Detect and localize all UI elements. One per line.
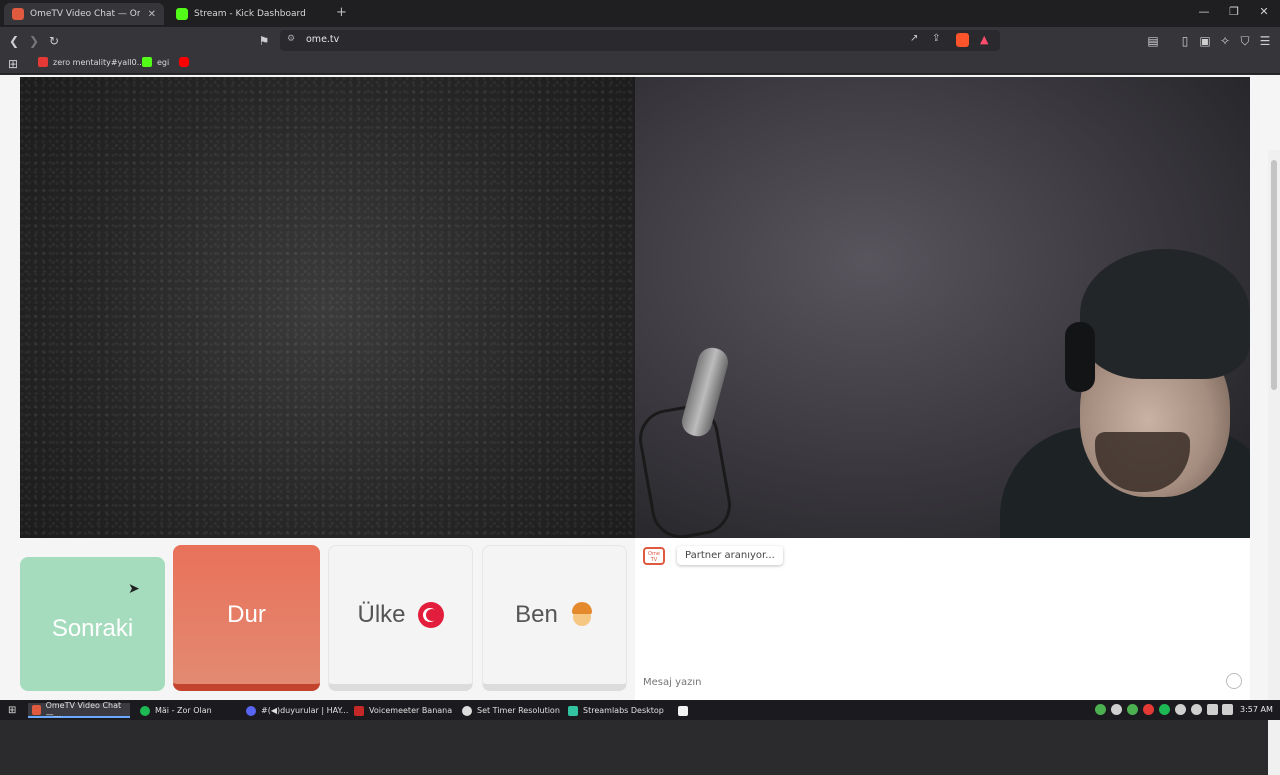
turkey-flag-icon [417,602,444,628]
bookmark-favicon-icon [38,57,48,67]
taskbar-item[interactable]: OmeTV Video Chat —... [28,700,130,719]
spotify-icon [140,705,150,716]
chat-panel: Ome TV Partner aranıyor... [635,538,1250,700]
ometv-page: Sonraki Dur Ülke Ben ➤ Ome TV Partner ar… [0,75,1280,775]
bookmark-item[interactable] [179,57,194,67]
site-info-icon[interactable]: ⚙ [287,34,295,44]
voicemeeter-icon [354,705,364,716]
taskbar-item[interactable] [674,703,697,718]
brave-shield-icon[interactable] [956,33,969,47]
taskbar-label: Mäi - Zor Olan [155,706,212,715]
mouse-cursor-icon: ➤ [128,581,140,597]
bookmark-icon[interactable]: ⚑ [256,33,272,49]
reload-icon[interactable]: ↻ [46,33,62,49]
kick-favicon-icon [176,8,188,20]
next-button[interactable]: Sonraki [20,557,165,691]
start-icon[interactable]: ⊞ [4,703,20,718]
brave-icon [32,704,41,715]
volume-icon[interactable] [1222,704,1233,715]
microphone [678,344,732,440]
youtube-favicon-icon [179,57,189,67]
new-tab-button[interactable]: + [336,5,347,20]
browser-toolbar: ❮ ❯ ↻ ⚑ ⚙ ome.tv ↗ ⇪ ▲ ▤ ▯ ▣ ✧ ⛉ ☰ [0,27,1280,54]
discord-icon [246,705,256,716]
taskbar-item[interactable]: Streamlabs Desktop [564,703,668,718]
taskbar-item[interactable]: Mäi - Zor Olan [136,703,216,718]
close-window-icon[interactable]: ✕ [1256,5,1272,18]
timer-icon [462,705,472,716]
bookmark-item[interactable]: egi [142,57,169,67]
tray-app-icon[interactable] [1111,704,1122,715]
microphone-tray-icon[interactable] [1191,704,1202,715]
tab-title: OmeTV Video Chat — Omeg [30,9,140,19]
streamlabs-icon [568,705,578,716]
restore-icon[interactable]: ❐ [1226,5,1242,18]
wallet-icon[interactable]: ▣ [1197,33,1213,49]
network-icon[interactable] [1207,704,1218,715]
close-tab-icon[interactable]: ✕ [148,9,156,20]
app-icon [678,705,688,716]
scrollbar-thumb[interactable] [1271,160,1277,390]
status-message: Partner aranıyor... [677,546,783,565]
taskbar: ⊞ OmeTV Video Chat —... Mäi - Zor Olan #… [0,700,1280,720]
bookmark-label: egi [157,57,170,67]
tray-app-icon[interactable] [1175,704,1186,715]
sidebar-icon[interactable]: ▯ [1177,33,1193,49]
next-label: Sonraki [51,615,134,642]
kick-favicon-icon [142,57,152,67]
me-label: Ben [515,601,558,628]
menu-icon[interactable]: ☰ [1257,33,1273,49]
back-icon[interactable]: ❮ [6,33,22,49]
person-beanie [1080,249,1250,379]
share-icon[interactable]: ⇪ [932,33,940,44]
brave-rewards-icon[interactable]: ▲ [980,33,988,46]
ometv-logo: Ome TV [643,547,665,565]
taskbar-label: Voicemeeter Banana [369,706,453,715]
tab-title: Stream - Kick Dashboard [194,9,306,19]
vpn-icon[interactable]: ⛉ [1237,33,1253,49]
page-scrollbar[interactable] [1268,150,1280,775]
tab-bar: OmeTV Video Chat — Omeg ✕ Stream - Kick … [0,0,1280,27]
bookmarks-bar: ⊞ zero mentality#yall0... egi [0,54,1280,74]
headphone [1065,322,1095,392]
taskbar-label: #(◀)duyurular | HAY... [261,706,349,715]
bookmark-item[interactable]: zero mentality#yall0... [38,57,144,67]
address-bar[interactable]: ⚙ ome.tv ↗ ⇪ ▲ [280,30,1000,51]
me-button[interactable]: Ben [482,545,627,691]
self-video [635,77,1250,538]
apps-grid-icon[interactable]: ⊞ [5,56,21,72]
taskbar-item[interactable]: #(◀)duyurular | HAY... [242,703,352,718]
country-label: Ülke [357,601,406,628]
country-button[interactable]: Ülke [328,545,473,691]
url-text: ome.tv [306,34,340,45]
stop-button[interactable]: Dur [173,545,320,691]
forward-icon[interactable]: ❯ [26,33,42,49]
tray-app-icon[interactable] [1143,704,1154,715]
open-external-icon[interactable]: ↗ [910,33,918,44]
tab-ometv[interactable]: OmeTV Video Chat — Omeg ✕ [4,3,164,25]
taskbar-label: OmeTV Video Chat —... [45,700,122,719]
message-input[interactable] [635,669,1250,696]
stop-label: Dur [227,600,266,628]
bookmark-label: zero mentality#yall0... [53,57,145,67]
tab-search-icon[interactable]: ▤ [1145,33,1161,49]
taskbar-label: Set Timer Resolution [477,706,560,715]
tray-app-icon[interactable] [1095,704,1106,715]
leo-ai-icon[interactable]: ✧ [1217,33,1233,49]
partner-video [20,77,635,538]
ometv-favicon-icon [12,8,24,20]
minimize-icon[interactable]: — [1196,5,1212,18]
taskbar-clock: 3:57 AM [1240,705,1273,714]
spotify-tray-icon[interactable] [1159,704,1170,715]
emoji-picker-icon[interactable] [1226,673,1242,689]
taskbar-item[interactable]: Set Timer Resolution [458,703,564,718]
tab-kick[interactable]: Stream - Kick Dashboard [168,3,328,25]
boy-emoji-icon [570,602,594,628]
taskbar-label: Streamlabs Desktop [583,706,664,715]
taskbar-item[interactable]: Voicemeeter Banana [350,703,456,718]
tray-app-icon[interactable] [1127,704,1138,715]
